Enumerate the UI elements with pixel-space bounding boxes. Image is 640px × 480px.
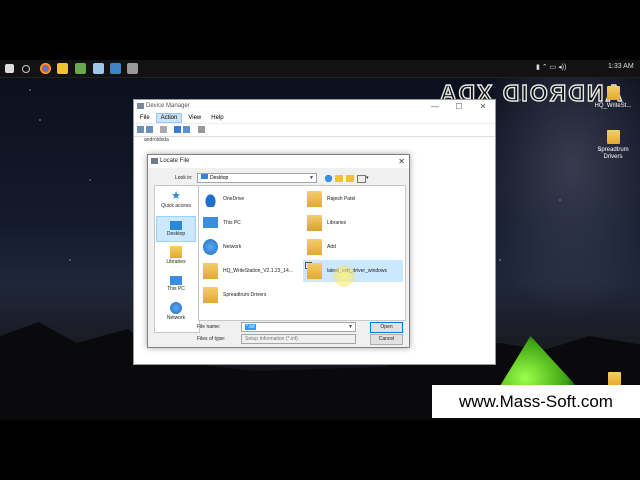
minimize-button[interactable]: — [423, 100, 447, 113]
chevron-down-icon: ▼ [348, 324, 353, 330]
start-icon[interactable] [5, 64, 14, 73]
app-icon[interactable] [110, 63, 121, 74]
chevron-down-icon: ▼ [309, 175, 314, 181]
folder-icon [203, 263, 218, 279]
place-quick-access[interactable]: ★ Quick access [156, 188, 196, 214]
file-item-network[interactable]: Network [199, 236, 299, 258]
device-tree: androidxda [134, 137, 495, 144]
up-folder-icon[interactable] [335, 175, 343, 182]
new-folder-icon[interactable] [346, 175, 354, 182]
close-button[interactable]: ✕ [471, 100, 495, 113]
folder-icon [307, 263, 322, 279]
desktop-icon-spreadtrum[interactable]: Spreadtrum Drivers [591, 130, 635, 161]
forward-icon[interactable] [146, 126, 153, 133]
help-icon[interactable] [183, 126, 190, 133]
app-icon[interactable] [75, 63, 86, 74]
file-name-label: File name: [197, 324, 221, 330]
folder-icon [607, 372, 621, 386]
mouse-cursor-highlight [333, 265, 355, 287]
menu-help[interactable]: Help [207, 113, 227, 123]
dialog-icon [151, 158, 158, 164]
file-item-rajesh-patel[interactable]: Rajesh Patel [303, 188, 403, 210]
menu-action[interactable]: Action [155, 113, 183, 123]
maximize-button[interactable]: ☐ [447, 100, 471, 113]
folder-icon [606, 130, 620, 144]
device-manager-icon [137, 103, 144, 109]
place-desktop[interactable]: Desktop [156, 216, 196, 242]
computer-icon [203, 217, 218, 228]
tree-root[interactable]: androidxda [144, 137, 169, 143]
back-icon[interactable] [137, 126, 144, 133]
window-titlebar[interactable]: Device Manager — ☐ ✕ [134, 100, 495, 113]
libraries-icon [170, 246, 182, 258]
clock-text: 1:33 AM [608, 63, 634, 70]
file-item-onedrive[interactable]: OneDrive [199, 188, 299, 210]
taskbar: ▮ ⌃ ▭ ◂)) 1:33 AM [0, 60, 640, 78]
network-icon [170, 302, 182, 314]
file-item-add[interactable]: Add [303, 236, 403, 258]
desktop-icon [170, 221, 182, 230]
file-item-hq-writestation[interactable]: HQ_WriteStation_V2.1.23_14... [199, 260, 299, 282]
place-libraries[interactable]: Libraries [156, 244, 196, 270]
file-name-input[interactable]: *.inf ▼ [241, 322, 356, 332]
locate-file-dialog: Locate File ✕ Look in: Desktop ▼ ▾ ★ Qui… [147, 154, 410, 348]
file-type-dropdown[interactable]: Setup Information (*.inf) [241, 334, 356, 344]
tray-icons[interactable]: ▮ ⌃ ▭ ◂)) [536, 63, 566, 71]
device-manager-task-icon[interactable] [127, 63, 138, 74]
website-banner: www.Mass-Soft.com [432, 385, 640, 418]
explorer-icon[interactable] [57, 63, 68, 74]
look-in-label: Look in: [175, 175, 193, 181]
file-list-view: OneDrive Rajesh Patel This PC Libraries … [198, 185, 406, 321]
app-icon[interactable] [93, 63, 104, 74]
menu-view[interactable]: View [184, 113, 205, 123]
scan-icon[interactable] [198, 126, 205, 133]
places-bar: ★ Quick access Desktop Libraries This PC… [154, 185, 200, 333]
file-type-label: Files of type: [197, 336, 226, 342]
star-icon: ★ [171, 190, 181, 202]
toolbar [134, 124, 495, 137]
view-menu-chevron-icon[interactable]: ▾ [366, 175, 369, 181]
network-icon [203, 239, 218, 255]
letterbox-top [0, 0, 640, 60]
libraries-icon [307, 215, 322, 231]
look-in-dropdown[interactable]: Desktop ▼ [197, 173, 317, 183]
properties-icon[interactable] [160, 126, 167, 133]
file-item-spreadtrum-drivers[interactable]: Spreadtrum Drivers [199, 284, 299, 306]
back-icon[interactable] [324, 174, 333, 183]
cancel-button[interactable]: Cancel [370, 334, 403, 345]
dialog-close-button[interactable]: ✕ [398, 155, 405, 168]
menu-bar: File Action View Help [134, 113, 495, 124]
view-menu-icon[interactable] [357, 175, 366, 183]
computer-icon [170, 276, 182, 285]
dialog-titlebar[interactable]: Locate File ✕ [148, 155, 409, 168]
letterbox-bottom [0, 420, 640, 480]
folder-icon [203, 287, 218, 303]
refresh-icon[interactable] [174, 126, 181, 133]
folder-icon [307, 239, 322, 255]
user-folder-icon [307, 191, 322, 207]
file-item-this-pc[interactable]: This PC [199, 212, 299, 234]
chrome-icon[interactable] [40, 63, 51, 74]
cloud-icon [203, 191, 218, 207]
search-icon[interactable] [22, 65, 30, 73]
desktop-icon-hq-writestation[interactable]: HQ_WriteSt... [591, 86, 635, 110]
folder-icon [606, 86, 620, 100]
place-this-pc[interactable]: This PC [156, 272, 196, 298]
desktop-icon [201, 174, 208, 179]
menu-file[interactable]: File [136, 113, 154, 123]
open-button[interactable]: Open [370, 322, 403, 333]
file-item-libraries[interactable]: Libraries [303, 212, 403, 234]
place-network[interactable]: Network [156, 300, 196, 326]
